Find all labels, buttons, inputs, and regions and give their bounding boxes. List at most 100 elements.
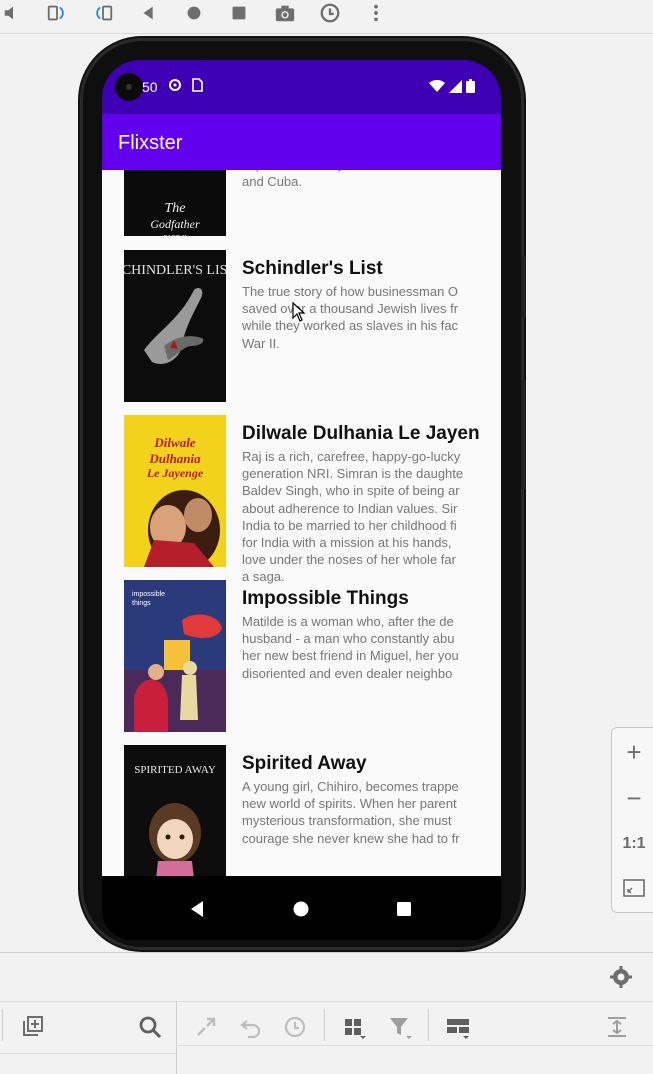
svg-text:PART II: PART II [163,234,187,236]
mouse-cursor-icon [292,301,306,322]
overview-icon[interactable] [226,2,252,24]
snapshot-icon[interactable] [317,2,343,24]
screenshot-icon[interactable] [272,2,298,24]
divider [428,1009,429,1041]
home-icon[interactable] [181,2,207,24]
rotate-left-icon[interactable] [44,2,70,24]
zoom-out-button[interactable]: − [618,782,650,814]
movie-overview-line: love under the noses of her whole far [242,552,456,568]
divider [176,1001,177,1074]
svg-text:SPIRITED AWAY: SPIRITED AWAY [134,764,216,776]
movie-overview-line: disoriented and even dealer neighbo [242,665,453,681]
notification-icon [168,78,182,95]
battery-icon [466,79,475,98]
power-button[interactable] [521,256,526,318]
movie-overview-line: and Cuba. [242,174,302,190]
svg-text:SCHINDLER'S LIST: SCHINDLER'S LIST [124,263,226,278]
app-title: Flixster [118,132,183,154]
rotate-right-icon[interactable] [90,2,116,24]
signal-icon [449,79,462,98]
expand-vertical-icon[interactable] [603,1013,631,1041]
movie-overview-line: new world of spirits. When her parent [242,796,457,812]
movie-overview-line: mysterious transformation, she must [242,813,452,829]
movie-title: Impossible Things [242,588,409,609]
movie-overview: Matilde is a woman who, after the de husb… [242,613,480,682]
status-time: 50 [142,79,158,95]
movie-overview-line: courage she never knew she had to fr [242,830,460,846]
movie-list-viewport[interactable]: TheGodfather PART II expand the family bus… [102,170,501,876]
movie-list-item[interactable]: Dilwale Dulhania Le Jayenge Dilwale Dulhani… [102,415,501,584]
undo-icon [237,1013,265,1041]
svg-text:impossible: impossible [132,591,165,598]
nav-back-icon[interactable] [182,894,212,924]
movie-overview: A young girl, Chihiro, becomes trappe new… [242,778,480,847]
divider [0,1053,176,1054]
movie-title: Spirited Away [242,753,367,774]
app-bar: Flixster [102,114,501,170]
zoom-fit-icon[interactable] [618,872,650,904]
nav-home-icon[interactable] [286,894,316,924]
svg-text:Godfather: Godfather [150,217,200,231]
nav-overview-icon[interactable] [389,894,419,924]
wifi-icon [429,79,445,98]
sim-icon [191,78,203,95]
grid-icon[interactable] [340,1013,368,1041]
zoom-actual-size-button[interactable]: 1:1 [618,828,650,860]
movie-overview-line: her new best friend in Miguel, her you [242,648,459,664]
movie-title: Schindler's List [242,258,383,279]
divider [324,1009,325,1041]
layout-tools-panel [0,952,653,1074]
zoom-in-button[interactable]: + [618,736,650,768]
movie-overview-line: Baldev Singh, who in spite of being ar [242,483,460,499]
zoom-panel: + − 1:1 [611,727,653,913]
movie-overview-line: India to be married to her childhood fi [242,517,457,533]
svg-text:The: The [165,201,186,216]
back-icon[interactable] [136,2,162,24]
divider [2,1009,3,1041]
movie-list-item[interactable]: SCHINDLER'S LIST Schindler's List The true… [102,250,501,415]
more-icon[interactable] [363,2,389,24]
movie-overview-line: Raj is a rich, carefree, happy-go-lucky [242,449,461,464]
divider [176,1045,653,1046]
movie-overview-line: for India with a mission at his hands, [242,535,452,551]
movie-poster-image: TheGodfather PART II [124,170,226,236]
volume-button[interactable] [521,380,526,490]
movie-list-item[interactable]: TheGodfather PART II expand the family bus… [102,170,501,250]
divider [0,1001,653,1002]
movie-overview: expand the family business into Las Vand… [242,170,480,190]
movie-overview-line: War II. [242,335,280,351]
infer-constraints-icon [192,1013,220,1041]
movie-list-item[interactable]: impossible things Impossible Things Matilde… [102,580,501,745]
movie-overview: Raj is a rich, carefree, happy-go-lucky g… [242,448,480,586]
movie-overview-line: The true story of how businessman O [242,284,459,299]
search-icon[interactable] [136,1013,164,1041]
emulator-toolbar [0,0,653,34]
movie-overview-line: husband - a man who constantly abu [242,631,455,647]
device-screen: 50 Flixster TheGodfather PART II expand th… [102,60,501,940]
movie-poster-image: Dilwale Dulhania Le Jayenge [124,415,226,567]
movie-overview-line: generation NRI. Simran is the daughte [242,466,464,482]
movie-overview-line: about adherence to Indian values. Sir [242,500,458,516]
volume-icon[interactable] [0,2,26,24]
svg-text:things: things [132,600,151,607]
movie-poster-image: SPIRITED AWAY [124,745,226,876]
movie-overview-line: A young girl, Chihiro, becomes trappe [242,779,459,794]
add-component-icon[interactable] [18,1013,46,1041]
movie-title: Dilwale Dulhania Le Jayenge [242,423,480,444]
movie-overview-line: saved over a thousand Jewish lives fr [242,301,459,317]
navigation-bar [102,876,501,940]
filter-icon[interactable] [386,1013,414,1041]
camera-cutout [115,73,143,101]
status-icons [429,79,475,98]
settings-gear-icon[interactable] [607,963,635,991]
movie-overview: The true story of how businessman O saved… [242,283,480,352]
movie-list-item[interactable]: SPIRITED AWAY Spirited Away A young girl, … [102,745,501,876]
movie-overview-line: Matilde is a woman who, after the de [242,614,454,629]
layout-options-icon[interactable] [444,1013,472,1041]
movie-overview-line: while they worked as slaves in his fac [242,318,459,334]
svg-text:Le Jayenge: Le Jayenge [146,466,204,480]
movie-poster-image: SCHINDLER'S LIST [124,250,226,402]
svg-text:Dilwale: Dilwale [153,435,195,450]
status-bar: 50 [102,60,501,114]
svg-text:Dulhania: Dulhania [148,451,201,466]
